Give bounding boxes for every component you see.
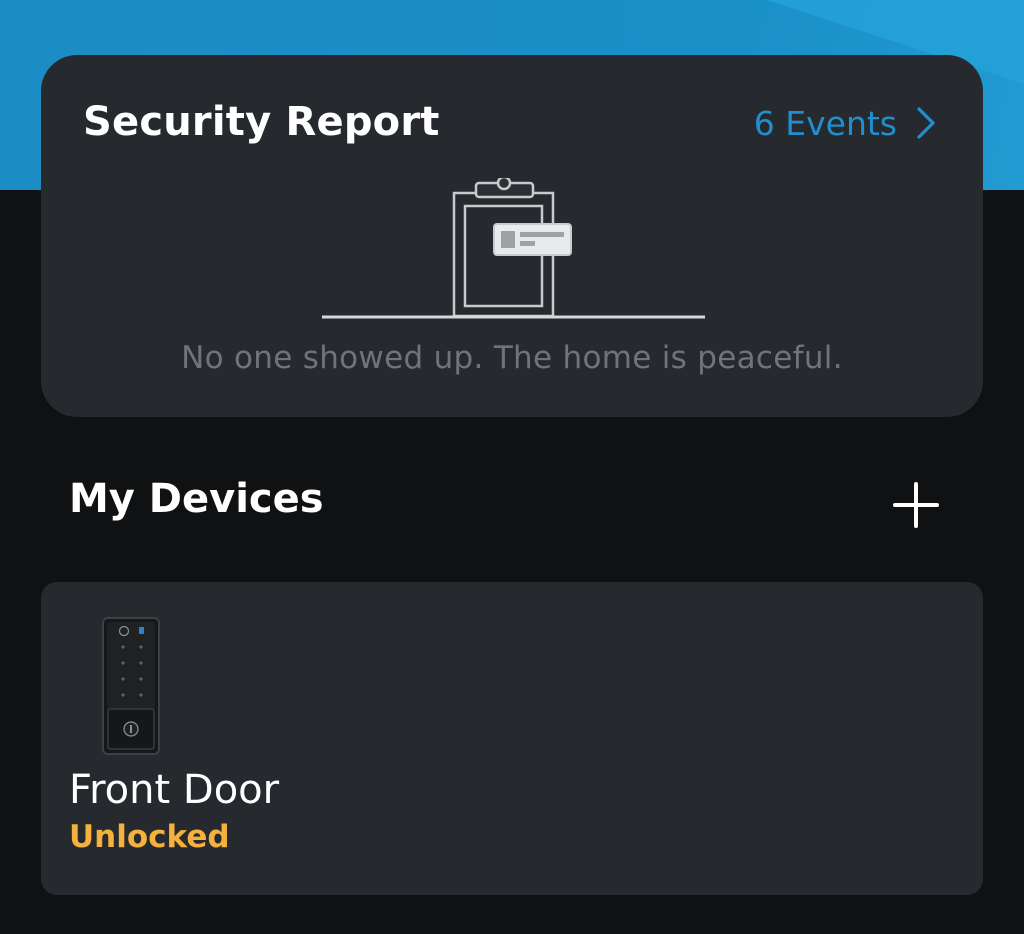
events-count-label: 6 Events (753, 103, 897, 143)
device-name: Front Door (69, 767, 280, 813)
smart-lock-image (102, 617, 160, 755)
plus-icon[interactable] (893, 482, 939, 528)
my-devices-header: My Devices (69, 476, 939, 532)
device-card-front-door[interactable]: Front Door Unlocked (41, 582, 983, 895)
security-report-title: Security Report (83, 99, 440, 145)
events-link[interactable]: 6 Events (754, 101, 937, 145)
clipboard-report-icon (322, 178, 705, 319)
section-title: My Devices (69, 476, 324, 522)
security-report-card[interactable]: Security Report 6 Events No one showed u… (41, 55, 983, 417)
chevron-right-icon (917, 107, 935, 139)
device-status: Unlocked (69, 819, 230, 855)
empty-state-message: No one showed up. The home is peaceful. (181, 340, 843, 376)
